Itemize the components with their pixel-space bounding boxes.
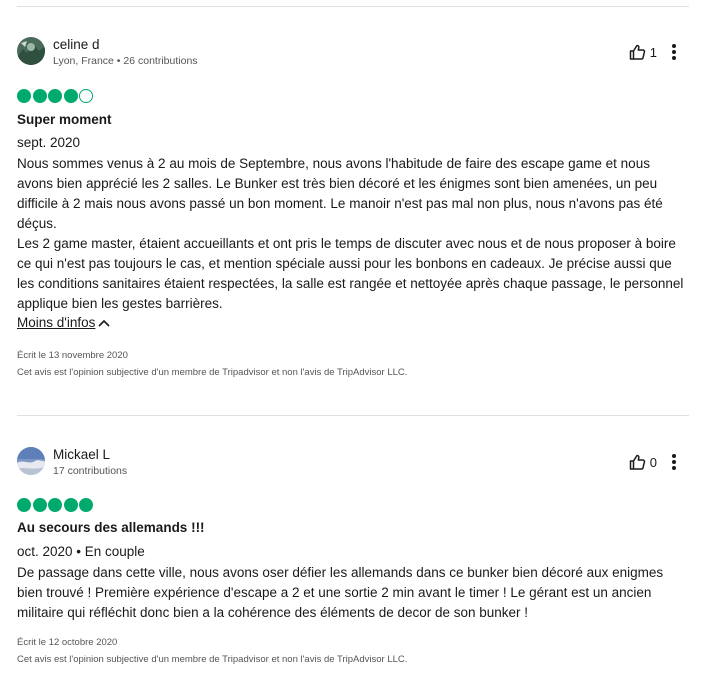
written-date: Écrit le 13 novembre 2020 [17, 350, 128, 361]
top-divider [17, 6, 689, 7]
chevron-up-icon [98, 319, 110, 327]
helpful-count: 1 [649, 44, 657, 60]
review-title[interactable]: Au secours des allemands !!! [17, 520, 689, 535]
user-name[interactable]: celine d [53, 37, 100, 52]
review-body: Nous sommes venus à 2 au mois de Septemb… [17, 156, 684, 311]
user-avatar[interactable] [17, 37, 45, 65]
review-actions: 0 [629, 453, 677, 471]
thumbs-up-icon [629, 454, 646, 470]
user-meta: 17 contributions [53, 465, 128, 477]
rating-bubble-filled [32, 498, 47, 512]
review-disclaimer: Cet avis est l'opinion subjective d'un m… [17, 654, 408, 665]
review-actions: 1 [629, 43, 677, 61]
rating-bubble-empty [79, 89, 93, 103]
review-card-1: celine d Lyon, France • 26 contributions… [17, 37, 689, 378]
review-divider [17, 415, 689, 416]
review-date-line: sept. 2020 [17, 135, 81, 150]
rating-bubbles [17, 89, 689, 103]
show-less-link[interactable]: Moins d'infos [17, 315, 110, 330]
written-date: Écrit le 12 octobre 2020 [17, 637, 118, 648]
review-disclaimer: Cet avis est l'opinion subjective d'un m… [17, 367, 408, 378]
rating-bubbles [17, 498, 689, 512]
rating-bubble-filled [63, 498, 78, 512]
rating-bubble-filled [17, 89, 31, 103]
thumbs-up-icon [629, 44, 646, 60]
review-body: De passage dans cette ville, nous avons … [17, 565, 664, 620]
review-title[interactable]: Super moment [17, 112, 689, 127]
rating-bubble-filled [48, 498, 62, 512]
more-options-button[interactable] [671, 453, 677, 471]
rating-bubble-filled [63, 89, 78, 103]
helpful-vote-button[interactable]: 1 [629, 44, 657, 60]
rating-bubble-filled [17, 498, 31, 512]
more-options-button[interactable] [671, 43, 677, 61]
user-meta: Lyon, France • 26 contributions [53, 55, 198, 67]
review-header: Mickael L 17 contributions 0 [17, 447, 689, 487]
user-name[interactable]: Mickael L [53, 447, 110, 462]
rating-bubble-filled [79, 498, 93, 512]
helpful-vote-button[interactable]: 0 [629, 454, 657, 470]
rating-bubble-filled [32, 89, 47, 103]
show-less-label: Moins d'infos [17, 315, 96, 330]
more-vertical-icon [671, 453, 677, 471]
rating-bubble-filled [48, 89, 62, 103]
review-header: celine d Lyon, France • 26 contributions… [17, 37, 689, 77]
review-card-2: Mickael L 17 contributions 0 Au secours … [17, 447, 689, 665]
more-vertical-icon [671, 43, 677, 61]
helpful-count: 0 [649, 454, 657, 470]
review-date-line: oct. 2020 • En couple [17, 544, 145, 559]
user-avatar[interactable] [17, 447, 45, 475]
